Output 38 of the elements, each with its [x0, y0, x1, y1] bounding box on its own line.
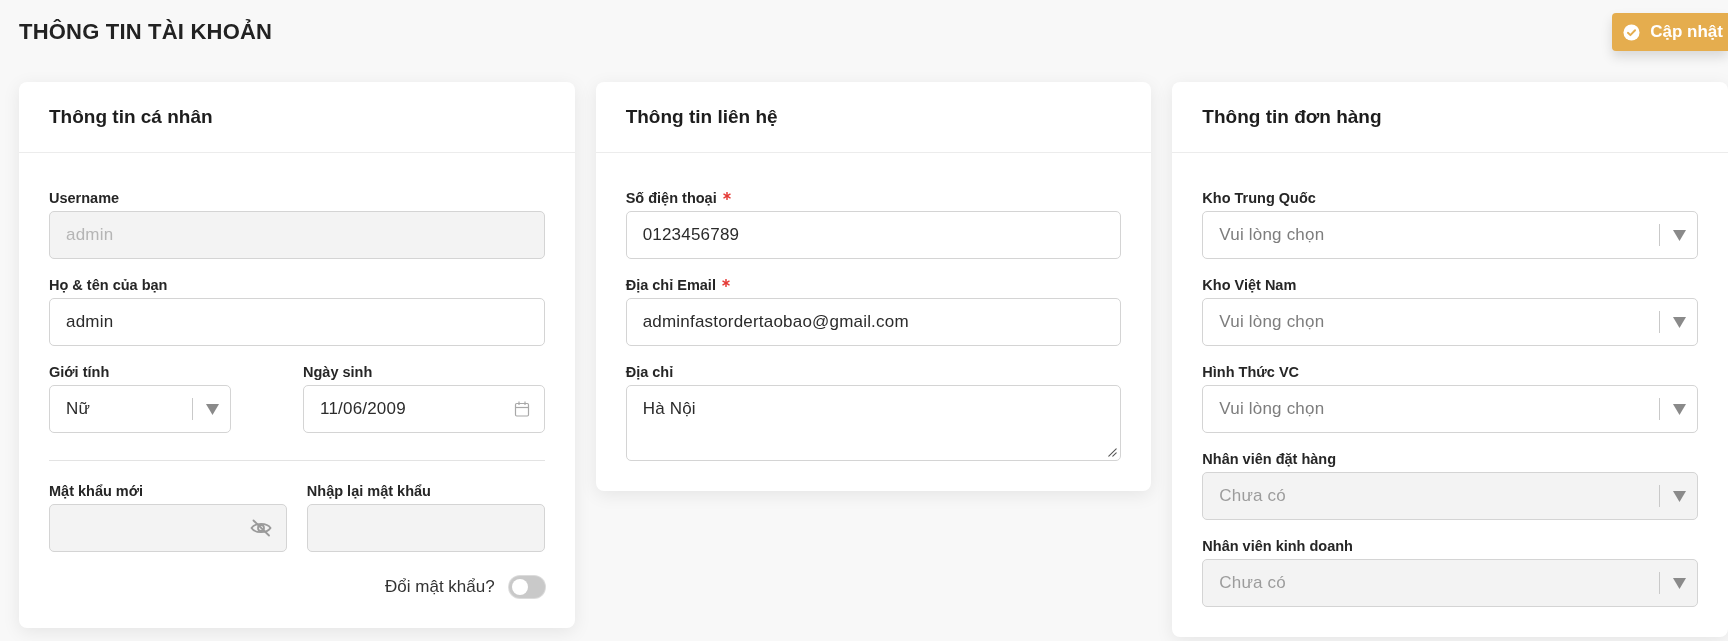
- toggle-label: Đổi mật khẩu?: [385, 577, 495, 597]
- field-label: Số điện thoại: [625, 190, 717, 206]
- text-field[interactable]: admin: [49, 298, 545, 346]
- field-label: Mật khẩu mới: [49, 483, 144, 499]
- field-label: Kho Trung Quốc: [1202, 190, 1316, 206]
- toggle-switch[interactable]: [508, 576, 545, 598]
- field-label: Kho Việt Nam: [1202, 277, 1297, 293]
- resize-grip-icon[interactable]: [1108, 448, 1118, 457]
- textarea-field[interactable]: Hà Nội: [625, 385, 1122, 461]
- select-field[interactable]: Vui lòng chọn: [1202, 211, 1698, 259]
- field-label: Họ & tên của bạn: [49, 277, 168, 293]
- select-field[interactable]: Vui lòng chọn: [1202, 298, 1698, 346]
- caret-icon: [1673, 316, 1686, 328]
- field-label: Địa chỉ: [625, 364, 674, 380]
- caret-icon: [1673, 403, 1686, 415]
- field-label: Giới tính: [49, 364, 110, 380]
- field-label: Username: [49, 190, 120, 206]
- caret-icon: [1673, 577, 1686, 589]
- field-label: Nhân viên kinh doanh: [1202, 538, 1353, 554]
- field-label: Hình Thức VC: [1202, 364, 1300, 380]
- select-field[interactable]: Nữ: [49, 385, 231, 433]
- field-label: Ngày sinh: [303, 364, 373, 380]
- caret-icon: [1673, 229, 1686, 241]
- text-field[interactable]: adminfastordertaobao@gmail.com: [625, 298, 1122, 346]
- field-label: Nhập lại mật khẩu: [306, 483, 431, 499]
- calendar-icon[interactable]: [513, 401, 530, 417]
- card-title: Thông tin liên hệ: [625, 106, 778, 128]
- date-field[interactable]: 11/06/2009: [303, 385, 545, 433]
- card-title: Thông tin cá nhân: [49, 106, 213, 128]
- check-circle-icon: [1623, 23, 1641, 41]
- page-title: THÔNG TIN TÀI KHOẢN: [19, 19, 273, 45]
- text-field[interactable]: 0123456789: [625, 211, 1122, 259]
- caret-icon: [206, 403, 219, 415]
- field-label: Nhân viên đặt hàng: [1202, 451, 1337, 467]
- card-title: Thông tin đơn hàng: [1202, 106, 1382, 128]
- field-label: Địa chỉ Email: [625, 277, 716, 293]
- caret-icon: [1673, 490, 1686, 502]
- select-field[interactable]: Vui lòng chọn: [1202, 385, 1698, 433]
